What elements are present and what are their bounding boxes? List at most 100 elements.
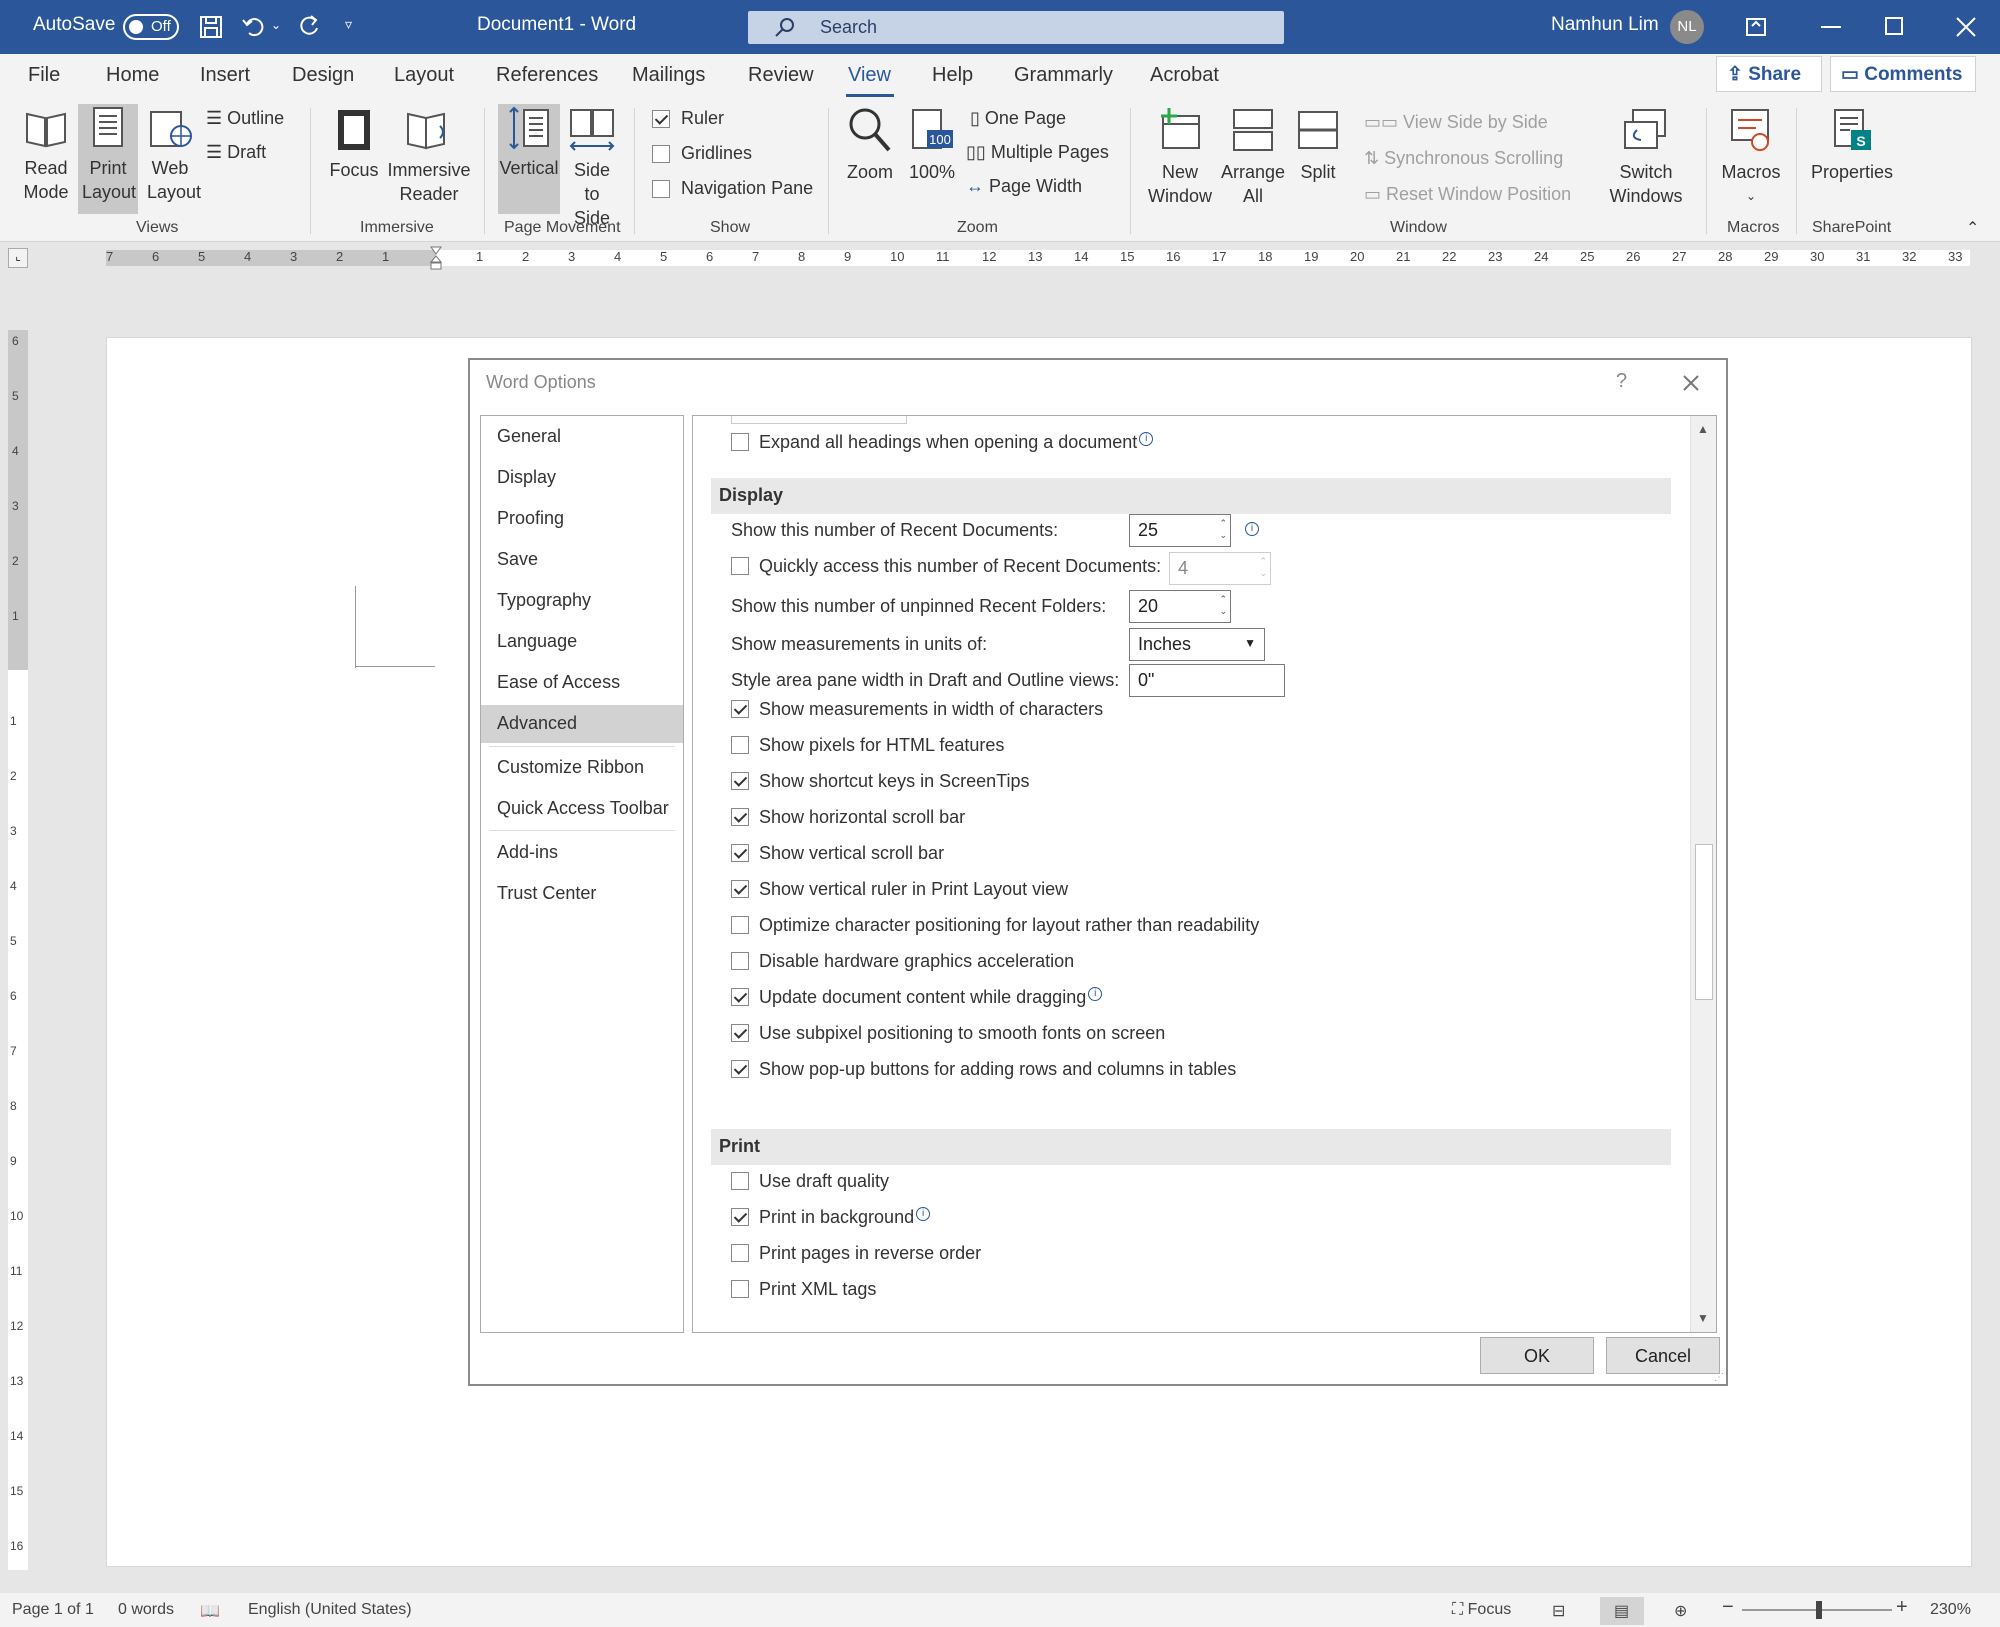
option-row[interactable]: Use draft quality — [731, 1171, 889, 1192]
read-mode-view-icon[interactable]: ⊟ — [1552, 1601, 1565, 1621]
tab-home[interactable]: Home — [106, 64, 159, 87]
option-row[interactable]: Disable hardware graphics acceleration — [731, 951, 1074, 972]
nav-proofing[interactable]: Proofing — [481, 500, 683, 538]
zoom-level[interactable]: 230% — [1930, 1601, 1971, 1619]
recent-documents-input[interactable]: 25 ⌃ ⌄ — [1129, 514, 1231, 547]
view-side-by-side-button[interactable]: ▭▭ View Side by Side — [1364, 112, 1548, 133]
minimize-icon[interactable] — [1821, 26, 1843, 30]
immersive-reader-button[interactable]: Immersive Reader — [386, 106, 472, 210]
gridlines-checkbox[interactable]: Gridlines — [652, 143, 752, 164]
option-checkbox[interactable] — [731, 699, 749, 718]
style-area-input[interactable]: 0" — [1129, 664, 1285, 697]
spinner-arrows-icon[interactable]: ⌃ ⌄ — [1219, 517, 1227, 541]
navigation-pane-check-box[interactable] — [652, 180, 670, 199]
page-count[interactable]: Page 1 of 1 — [12, 1601, 94, 1619]
ruler-check-box[interactable] — [652, 110, 670, 129]
scroll-down-icon[interactable]: ▼ — [1697, 1311, 1709, 1325]
option-row[interactable]: Show shortcut keys in ScreenTips — [731, 771, 1029, 792]
option-checkbox[interactable] — [731, 735, 749, 754]
web-layout-button[interactable]: Web Layout — [142, 106, 201, 210]
option-row[interactable]: Show vertical ruler in Print Layout view — [731, 879, 1068, 900]
search-box[interactable]: Search — [748, 11, 1284, 44]
cancel-button[interactable]: Cancel — [1606, 1337, 1720, 1374]
tab-selector-icon[interactable]: ⌞ — [8, 248, 28, 268]
option-checkbox[interactable] — [731, 1243, 749, 1262]
spinner-arrows-icon[interactable]: ⌃ ⌄ — [1219, 593, 1227, 617]
units-select[interactable]: Inches ▼ — [1129, 628, 1265, 661]
collapse-ribbon-icon[interactable]: ⌃ — [1966, 218, 1979, 238]
option-row[interactable]: Print pages in reverse order — [731, 1243, 981, 1264]
option-row[interactable]: Print in background i — [731, 1207, 931, 1228]
horizontal-ruler[interactable]: ⌞ 7654321 1 2 3 4 5 6 7 8 9 10 11 12 13 14 15 16 17 18 19 2… — [0, 242, 2000, 274]
focus-mode-button[interactable]: ⛶ Focus — [1452, 1601, 1511, 1619]
comments-button[interactable]: ▭ Comments — [1830, 56, 1976, 92]
share-button[interactable]: ⇪ Share — [1716, 56, 1822, 92]
option-checkbox[interactable] — [731, 807, 749, 826]
undo-icon[interactable] — [241, 14, 265, 38]
side-to-side-button[interactable]: Side to Side — [564, 106, 620, 228]
nav-save[interactable]: Save — [481, 541, 683, 579]
multiple-pages-button[interactable]: ▯▯ Multiple Pages — [966, 142, 1109, 163]
customize-toolbar-icon[interactable]: ▿ — [345, 16, 352, 33]
zoom-out-icon[interactable]: − — [1722, 1596, 1734, 1619]
nav-ease-of-access[interactable]: Ease of Access — [481, 664, 683, 702]
option-row[interactable]: Print XML tags — [731, 1279, 876, 1300]
focus-button[interactable]: Focus — [326, 106, 382, 210]
undo-dropdown-icon[interactable]: ⌄ — [271, 18, 281, 32]
nav-advanced[interactable]: Advanced — [481, 705, 683, 743]
option-row[interactable]: Use subpixel positioning to smooth fonts… — [731, 1023, 1165, 1044]
quick-access-checkbox[interactable] — [731, 556, 749, 575]
tab-insert[interactable]: Insert — [200, 64, 250, 87]
tab-acrobat[interactable]: Acrobat — [1150, 64, 1219, 87]
quick-access-option[interactable]: Quickly access this number of Recent Doc… — [731, 556, 1161, 577]
scroll-up-icon[interactable]: ▲ — [1697, 422, 1709, 436]
gridlines-check-box[interactable] — [652, 145, 670, 164]
tab-grammarly[interactable]: Grammarly — [1014, 64, 1113, 87]
option-checkbox[interactable] — [731, 951, 749, 970]
scroll-thumb[interactable] — [1695, 844, 1713, 1000]
split-button[interactable]: Split — [1290, 106, 1346, 210]
language-status[interactable]: English (United States) — [248, 1601, 412, 1619]
vertical-button[interactable]: Vertical — [498, 104, 560, 214]
nav-typography[interactable]: Typography — [481, 582, 683, 620]
reset-window-position-button[interactable]: ▭ Reset Window Position — [1364, 184, 1571, 205]
close-icon[interactable] — [1955, 16, 1977, 38]
expand-headings-option[interactable]: Expand all headings when opening a docum… — [731, 432, 1154, 453]
nav-customize-ribbon[interactable]: Customize Ribbon — [481, 749, 683, 787]
redo-icon[interactable] — [297, 14, 321, 38]
nav-quick-access-toolbar[interactable]: Quick Access Toolbar — [481, 790, 683, 828]
tab-view[interactable]: View — [848, 64, 891, 87]
macros-button[interactable]: Macros ⌄ — [1716, 106, 1786, 210]
options-scrollbar[interactable]: ▲ ▼ — [1690, 416, 1716, 1332]
nav-general[interactable]: General — [481, 418, 683, 456]
tab-mailings[interactable]: Mailings — [632, 64, 705, 87]
one-page-button[interactable]: ▯ One Page — [970, 108, 1066, 129]
tab-file[interactable]: File — [28, 64, 60, 87]
tab-design[interactable]: Design — [292, 64, 354, 87]
expand-headings-checkbox[interactable] — [731, 432, 749, 451]
autosave-toggle[interactable]: Off — [123, 14, 179, 40]
ok-button[interactable]: OK — [1480, 1337, 1594, 1374]
vertical-ruler[interactable]: 654321 1 2 3 4 5 6 7 8 9 10 11 12 13 14 15 16 — [0, 330, 34, 1570]
option-checkbox[interactable] — [731, 987, 749, 1006]
zoom-100-button[interactable]: 100 100% — [904, 106, 960, 210]
page-width-button[interactable]: ↔ Page Width — [966, 176, 1082, 197]
ruler-checkbox[interactable]: Ruler — [652, 108, 724, 129]
option-checkbox[interactable] — [731, 771, 749, 790]
properties-button[interactable]: S Properties — [1806, 106, 1898, 210]
option-row[interactable]: Show pop-up buttons for adding rows and … — [731, 1059, 1236, 1080]
nav-add-ins[interactable]: Add-ins — [481, 834, 683, 872]
word-count[interactable]: 0 words — [118, 1601, 174, 1619]
zoom-in-icon[interactable]: + — [1896, 1596, 1908, 1619]
nav-trust-center[interactable]: Trust Center — [481, 875, 683, 913]
navigation-pane-checkbox[interactable]: Navigation Pane — [652, 178, 813, 199]
synchronous-scrolling-button[interactable]: ⇅ Synchronous Scrolling — [1364, 148, 1563, 169]
option-row[interactable]: Show vertical scroll bar — [731, 843, 944, 864]
tab-review[interactable]: Review — [748, 64, 814, 87]
resize-grip-icon[interactable]: ⋰ — [1714, 1372, 1724, 1383]
draft-button[interactable]: ☰ Draft — [206, 142, 266, 163]
outline-button[interactable]: ☰ Outline — [206, 108, 284, 129]
option-checkbox[interactable] — [731, 1059, 749, 1078]
read-mode-button[interactable]: Read Mode — [14, 106, 78, 210]
option-checkbox[interactable] — [731, 1207, 749, 1226]
